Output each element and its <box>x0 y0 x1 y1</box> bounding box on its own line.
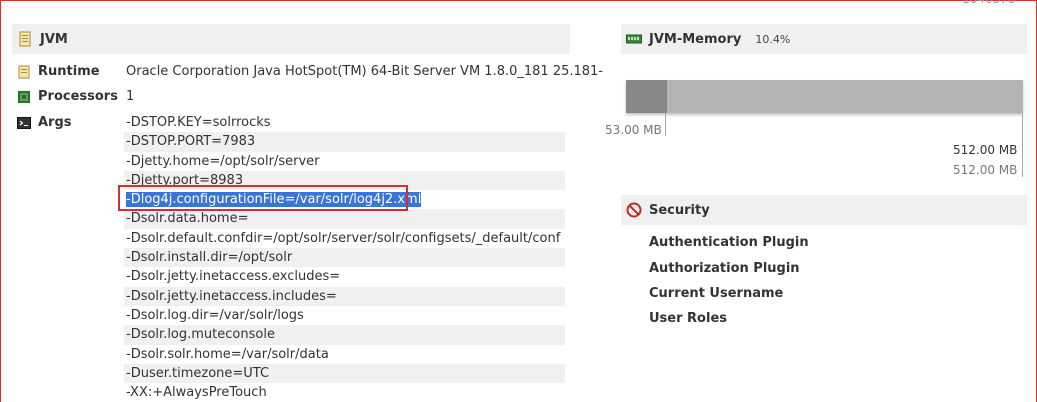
runtime-value: Oracle Corporation Java HotSpot(TM) 64-B… <box>126 64 604 79</box>
arg-item: -Djetty.home=/opt/solr/server <box>126 153 320 169</box>
partial-value: 1046378 <box>962 0 1015 6</box>
arg-item: -Dsolr.log.muteconsole <box>124 325 565 345</box>
jvm-header: JVM <box>12 24 570 54</box>
jvm-icon <box>19 31 31 47</box>
max-tick <box>1022 113 1023 177</box>
memory-total-label: 512.00 MB <box>953 143 1018 157</box>
memory-bar-used <box>626 80 668 113</box>
security-header: Security <box>621 195 1027 225</box>
arg-item: -Dsolr.log.dir=/var/solr/logs <box>126 307 304 323</box>
annotation-highlight-box <box>118 185 408 211</box>
arg-item: -Dsolr.solr.home=/var/solr/data <box>126 346 329 362</box>
memory-bar <box>626 80 1023 113</box>
used-tick <box>665 113 666 136</box>
processors-label: Processors <box>38 89 118 104</box>
no-entry-icon <box>626 202 642 218</box>
arg-item: -DSTOP.KEY=solrrocks <box>126 115 271 130</box>
arg-item: -Duser.timezone=UTC <box>124 363 565 384</box>
arg-item: -Dsolr.default.confdir=/opt/solr/server/… <box>126 230 561 246</box>
arg-item: -Dsolr.install.dir=/opt/solr <box>124 248 565 268</box>
jvm-memory-title: JVM-Memory <box>649 31 742 47</box>
processors-value: 1 <box>126 89 135 104</box>
arg-item: -Dsolr.jetty.inetaccess.excludes= <box>126 269 341 285</box>
security-item-authentication: Authentication Plugin <box>649 235 809 250</box>
args-label: Args <box>38 115 72 130</box>
memory-used-label: 53.00 MB <box>605 123 662 137</box>
security-item-username: Current Username <box>649 286 784 301</box>
jvm-title: JVM <box>40 31 68 47</box>
terminal-icon <box>17 117 31 129</box>
arg-item: -DSTOP.PORT=7983 <box>124 132 565 152</box>
security-item-authorization: Authorization Plugin <box>649 261 800 276</box>
arg-item: -Dsolr.jetty.inetaccess.includes= <box>124 286 565 306</box>
jvm-memory-header: JVM-Memory 10.4% <box>621 24 1027 54</box>
args-list: -DSTOP.KEY=solrrocks -DSTOP.PORT=7983 -D… <box>124 113 565 402</box>
processor-icon <box>18 91 30 103</box>
memory-max-label: 512.00 MB <box>953 163 1018 177</box>
security-item-roles: User Roles <box>649 311 727 326</box>
arg-item: -XX:+AlwaysPreTouch <box>126 385 267 401</box>
arg-item: -Dsolr.data.home= <box>124 209 565 229</box>
runtime-label: Runtime <box>38 64 100 79</box>
memory-icon <box>626 34 642 44</box>
memory-percent: 10.4% <box>755 32 791 46</box>
runtime-icon <box>18 65 30 79</box>
security-title: Security <box>649 202 710 218</box>
